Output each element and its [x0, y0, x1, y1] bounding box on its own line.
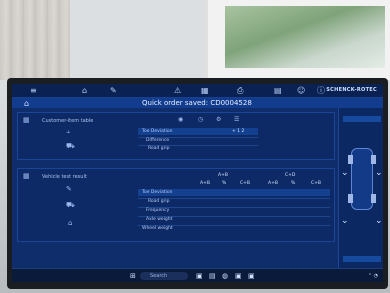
app-icon[interactable]: ▣ — [196, 272, 203, 280]
app-screen: ≡ ⌂ ✎ ⚠ ▦ ⎙ ▤ ☺ ⓘ SCHENCK-ROTEC Quick or… — [12, 84, 383, 282]
factory-icon[interactable]: ▦ — [201, 86, 209, 96]
chevron-down-icon[interactable]: ⌄ — [375, 168, 383, 178]
search-placeholder: Search — [150, 273, 168, 279]
menu-icon[interactable]: ≡ — [30, 86, 37, 96]
tools-icon[interactable]: ✎ — [110, 86, 117, 96]
column-header: C+B — [311, 181, 321, 186]
group-header: C+D — [285, 173, 296, 178]
banner-text: Quick order saved: CD0004528 — [142, 99, 252, 107]
warning-icon[interactable]: ⚠ — [174, 86, 181, 96]
row-label: Toe Deviation — [142, 190, 173, 195]
car-lift-icon[interactable]: ⌂ — [82, 86, 87, 96]
column-header: A+B — [200, 181, 210, 186]
row-label: Difference — [146, 138, 170, 143]
panel-title: Vehicle test result — [42, 174, 87, 180]
column-header: A+B — [268, 181, 278, 186]
row-label: Axle weight — [146, 217, 173, 222]
app-icon[interactable]: ▣ — [248, 272, 255, 280]
curtain — [0, 0, 70, 80]
status-banner: Quick order saved: CD0004528 — [12, 98, 383, 108]
pane-footer-bar — [343, 256, 381, 262]
row-label: Frequency — [146, 208, 170, 213]
cell-value: + 1 2 — [232, 129, 245, 134]
grid-icon: ▦ — [23, 116, 30, 124]
wrench-icon: ✎ — [66, 185, 72, 193]
system-tray-icon[interactable]: ⌃ ◔ — [368, 273, 378, 279]
axle-icon: ⫠ — [66, 127, 71, 135]
chevron-down-icon[interactable]: ⌄ — [341, 216, 349, 226]
app-icon[interactable]: ▣ — [235, 272, 242, 280]
start-icon[interactable]: ⊞ — [130, 272, 136, 280]
row-label: Road grip — [148, 146, 170, 151]
user-icon[interactable]: ☺ — [297, 86, 305, 96]
toolbar: ≡ ⌂ ✎ ⚠ ▦ ⎙ ▤ ☺ ⓘ SCHENCK-ROTEC — [12, 84, 383, 98]
lock-icon: ⌂ — [68, 219, 73, 227]
group-header: A+B — [218, 173, 228, 178]
os-taskbar: ⊞ Search ▣ ▤ ◍ ▣ ▣ ⌃ ◔ — [12, 268, 383, 282]
folder-icon[interactable]: ▤ — [209, 272, 216, 280]
chevron-down-icon[interactable]: ⌄ — [341, 168, 349, 178]
panel-customer-items: ▦ Customer-item table ⫠ ⛟ ◉ ◷ ⚙ ☰ Toe De… — [17, 112, 335, 160]
wall-panel — [70, 0, 205, 80]
printer-icon[interactable]: ⎙ — [237, 86, 243, 96]
row-label: Toe Deviation — [142, 129, 173, 134]
panel-title: Customer-item table — [42, 118, 94, 124]
column-header: % — [291, 181, 296, 186]
pane-header-bar — [343, 116, 381, 122]
list-icon: ☰ — [234, 116, 240, 123]
browser-icon[interactable]: ◍ — [222, 272, 228, 280]
chevron-down-icon[interactable]: ⌄ — [375, 216, 383, 226]
document-icon[interactable]: ▤ — [274, 86, 282, 96]
vehicle-diagram-pane: ⌄ ⌄ ⌄ ⌄ — [338, 108, 383, 268]
car-front-icon: ⛟ — [66, 201, 75, 209]
info-icon[interactable]: ⓘ — [317, 86, 325, 96]
gear-icon: ⚙ — [216, 116, 222, 123]
clock-icon: ◷ — [198, 116, 204, 123]
grid-icon: ▦ — [23, 172, 30, 180]
home-icon[interactable]: ⌂ — [24, 99, 29, 108]
panel-vehicle-test: ▦ Vehicle test result ✎ ⛟ ⌂ A+B C+D A+B … — [17, 168, 335, 242]
column-header: C+B — [240, 181, 250, 186]
row-label: Road grip — [148, 199, 170, 204]
row-label: Wheel weight — [142, 226, 173, 231]
brand-logo: SCHENCK-ROTEC — [326, 87, 377, 93]
circle-icon: ◉ — [178, 116, 184, 123]
taskbar-search[interactable]: Search — [140, 272, 188, 280]
column-header: % — [222, 181, 227, 186]
window-glass — [225, 6, 385, 68]
car-top-view-icon — [348, 148, 376, 210]
car-front-icon: ⛟ — [66, 142, 75, 150]
